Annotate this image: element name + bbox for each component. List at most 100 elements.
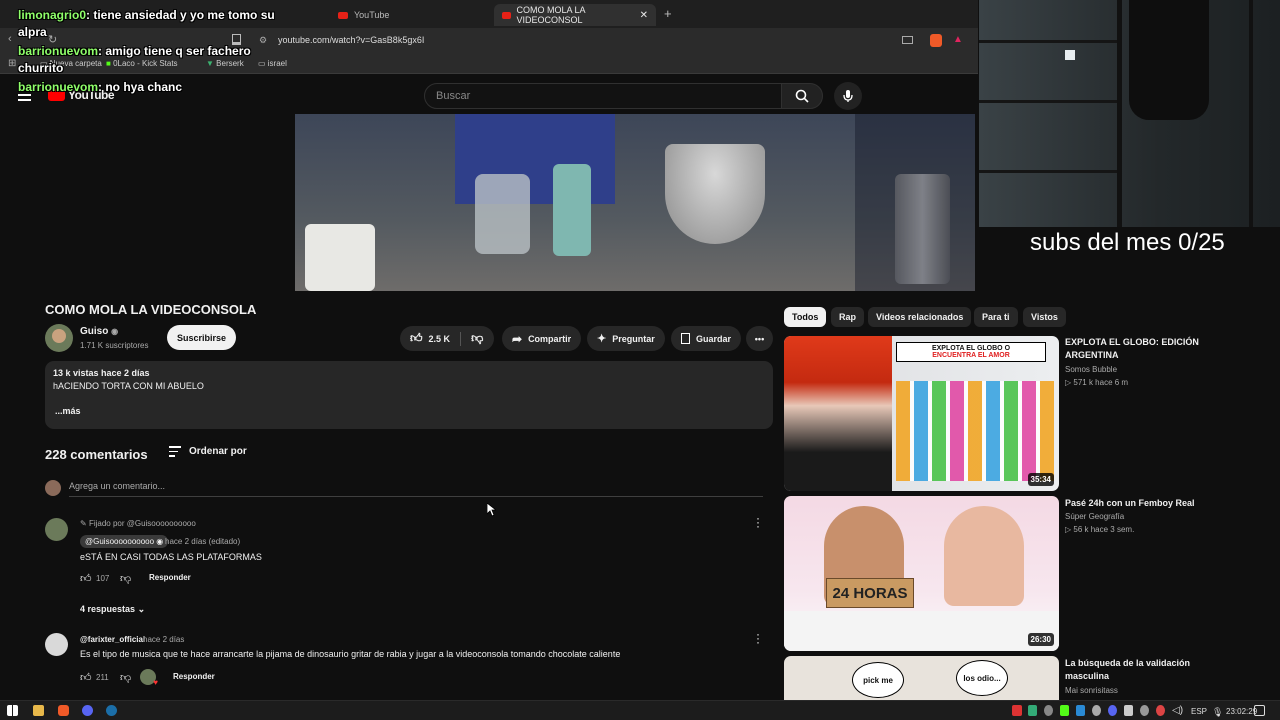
tray-icon[interactable] xyxy=(1108,705,1117,716)
comment-text: Es el tipo de musica que te hace arranca… xyxy=(80,649,621,659)
notifications-icon[interactable] xyxy=(1254,705,1265,716)
language-indicator[interactable]: ESP xyxy=(1191,707,1207,716)
thumb-sign: 24 HORAS xyxy=(826,578,914,608)
video-player[interactable] xyxy=(295,114,975,291)
brave-shield-icon[interactable] xyxy=(930,34,942,47)
subscribe-button[interactable]: Suscribirse xyxy=(167,325,236,350)
chip-vistos[interactable]: Vistos xyxy=(1023,307,1066,327)
description-text: hACIENDO TORTA CON MI ABUELO xyxy=(53,381,204,391)
tray-icon[interactable] xyxy=(1012,705,1022,716)
cursor-icon xyxy=(487,503,496,517)
like-icon[interactable]: 👍︎ xyxy=(410,331,423,346)
video-jar xyxy=(475,174,530,254)
description-box[interactable]: 13 k vistas hace 2 días hACIENDO TORTA C… xyxy=(45,361,773,429)
save-button[interactable]: Guardar xyxy=(671,326,742,351)
comment-menu-icon[interactable]: · · · xyxy=(756,628,760,648)
mic-icon[interactable]: 🎙︎ xyxy=(1212,707,1223,718)
berserk-icon: ▼ xyxy=(206,59,214,68)
brave-icon[interactable] xyxy=(58,705,69,716)
bookmark-berserk[interactable]: ▼ Berserk xyxy=(206,59,244,68)
related-title[interactable]: EXPLOTA EL GLOBO: EDICIÓN ARGENTINA xyxy=(1065,336,1215,362)
search-button[interactable] xyxy=(781,83,823,109)
dislike-icon[interactable]: 👎︎ xyxy=(120,572,131,585)
more-icon: ••• xyxy=(754,333,765,344)
close-tab-icon[interactable]: ✕ xyxy=(640,10,648,21)
tray-icon[interactable] xyxy=(1156,705,1165,716)
steam-icon[interactable] xyxy=(106,705,117,716)
bookmark-0laco[interactable]: ■ 0Laco - Kick Stats xyxy=(106,59,178,68)
tab-youtube[interactable]: YouTube xyxy=(330,4,397,26)
subs-goal-label: subs del mes 0/25 xyxy=(1030,229,1225,256)
reply-button[interactable]: Responder xyxy=(173,672,215,681)
related-title[interactable]: La búsqueda de la validación masculina xyxy=(1065,657,1215,683)
cast-icon[interactable] xyxy=(902,36,913,44)
tray-icon[interactable] xyxy=(1124,705,1133,716)
related-title[interactable]: Pasé 24h con un Femboy Real xyxy=(1065,497,1215,510)
related-channel[interactable]: Somos Bubble xyxy=(1065,365,1117,374)
add-comment-input[interactable]: Agrega un comentario... xyxy=(69,481,763,497)
chat-message: barrionuevom: amigo tiene q ser fachero xyxy=(18,44,251,58)
related-thumbnail[interactable]: 24 HORAS 26:30 xyxy=(784,496,1059,651)
channel-avatar[interactable] xyxy=(45,324,73,352)
chip-rap[interactable]: Rap xyxy=(831,307,865,327)
heart-icon: ♥ xyxy=(153,678,158,687)
comment-author[interactable]: @farixter_official xyxy=(80,635,145,644)
video-shadow xyxy=(855,114,975,291)
apps-grid-icon[interactable]: ⊞ xyxy=(8,58,16,69)
tray-icon[interactable] xyxy=(1028,705,1037,716)
comment-time: hace 2 días (editado) xyxy=(165,537,241,546)
back-icon[interactable]: ‹ xyxy=(8,33,12,45)
chip-para-ti[interactable]: Para ti xyxy=(974,307,1018,327)
video-duration: 26:30 xyxy=(1027,633,1054,646)
tray-icon[interactable] xyxy=(1092,705,1101,716)
bookmark-israel[interactable]: ▭ israel xyxy=(258,59,287,68)
thumb-person xyxy=(784,336,892,491)
volume-icon[interactable]: ◁) xyxy=(1172,705,1183,716)
dislike-icon[interactable]: 👎︎ xyxy=(120,671,131,684)
tray-icon[interactable] xyxy=(1140,705,1149,716)
tab-video[interactable]: COMO MOLA LA VIDEOCONSOL ✕ xyxy=(494,4,656,26)
dislike-icon[interactable]: 👎︎ xyxy=(471,331,483,346)
ask-button[interactable]: ✦ Preguntar xyxy=(587,326,665,351)
related-meta: ▷ 571 k hace 6 m xyxy=(1065,378,1129,387)
tray-icon[interactable] xyxy=(1076,705,1085,716)
discord-icon[interactable] xyxy=(82,705,93,716)
user-avatar xyxy=(45,480,61,496)
site-info-icon[interactable]: ⚙ xyxy=(259,35,267,46)
voice-search-button[interactable] xyxy=(834,82,862,110)
comment-author-badge[interactable]: @Guisoooooooooo ◉ xyxy=(80,535,169,548)
comment-avatar[interactable] xyxy=(45,518,68,541)
like-icon[interactable]: 👍︎ xyxy=(80,572,92,585)
sort-comments-button[interactable]: Ordenar por xyxy=(169,446,247,457)
reply-button[interactable]: Responder xyxy=(149,573,191,582)
rewards-icon[interactable]: ▲ xyxy=(953,34,963,45)
like-dislike-group: 👍︎ 2.5 K 👎︎ xyxy=(400,326,494,351)
tray-icon[interactable] xyxy=(1060,705,1069,716)
related-thumbnail[interactable]: EXPLOTA EL GLOBO O ENCUENTRA EL AMOR 35:3… xyxy=(784,336,1059,491)
show-more-link[interactable]: ...más xyxy=(55,406,765,416)
like-icon[interactable]: 👍︎ xyxy=(80,671,92,684)
url-field[interactable]: youtube.com/watch?v=GasB8k5gx6I xyxy=(278,35,424,45)
comment-avatar[interactable] xyxy=(45,633,68,656)
replies-toggle[interactable]: 4 respuestas ⌄ xyxy=(80,604,145,615)
related-thumbnail[interactable]: pick me los odio... xyxy=(784,656,1059,700)
thumb-speech-bubble: pick me xyxy=(852,662,904,698)
like-count[interactable]: 2.5 K xyxy=(429,334,451,344)
related-channel[interactable]: Súper Geografía xyxy=(1065,512,1124,521)
chat-message: barrionuevom: no hya chanc xyxy=(18,80,183,94)
clock[interactable]: 23:02:29 xyxy=(1226,707,1257,716)
windows-start-icon[interactable] xyxy=(7,705,18,716)
comment-menu-icon[interactable]: · · · xyxy=(756,512,760,532)
search-input[interactable]: Buscar xyxy=(424,83,782,109)
file-explorer-icon[interactable] xyxy=(33,705,44,716)
tray-icon[interactable] xyxy=(1044,705,1053,716)
new-tab-icon[interactable]: + xyxy=(664,6,672,21)
chip-videos-relacionados[interactable]: Videos relacionados xyxy=(868,307,972,327)
more-actions-button[interactable]: ••• xyxy=(746,326,773,351)
share-button[interactable]: ➦ Compartir xyxy=(502,326,582,351)
channel-name[interactable]: Guiso ◉ xyxy=(80,326,118,337)
webcam-hanging-clothes xyxy=(1129,0,1209,120)
chip-todos[interactable]: Todos xyxy=(784,307,827,327)
pinned-label: ✎ Fijado por @Guisoooooooooo xyxy=(80,519,196,528)
related-channel[interactable]: Mai sonrisitass xyxy=(1065,686,1118,695)
